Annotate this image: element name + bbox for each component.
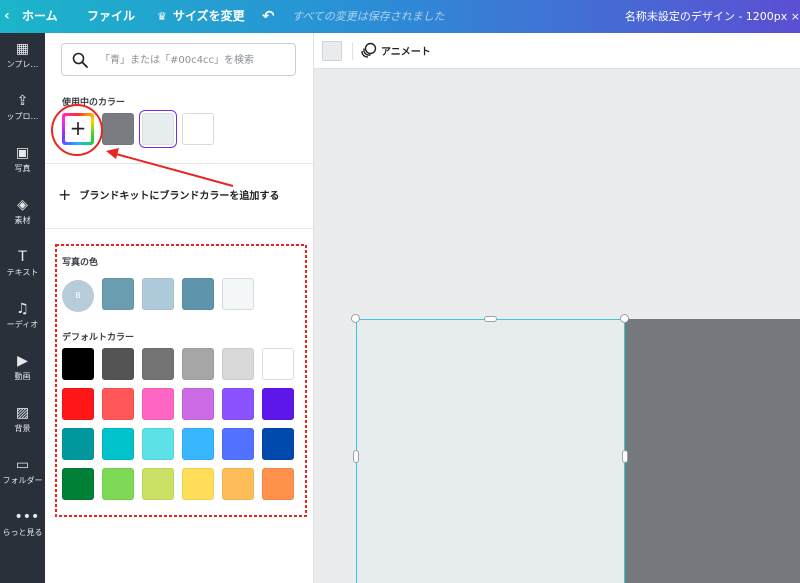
- photo-color-swatch[interactable]: [102, 278, 134, 310]
- rail-item-label: 写真: [14, 164, 31, 173]
- rail-item-photo[interactable]: ▣ 写真: [0, 137, 45, 189]
- default-color-swatch[interactable]: [182, 348, 214, 380]
- rail-item-video[interactable]: ▶ 動画: [0, 345, 45, 397]
- used-colors-heading: 使用中のカラー: [62, 98, 126, 108]
- default-color-swatch[interactable]: [262, 428, 294, 460]
- rail-item-label: 動画: [14, 372, 31, 381]
- photo-thumbnail[interactable]: B: [62, 280, 94, 312]
- save-status-text: すべての変更は保存されました: [292, 10, 445, 23]
- add-brand-colors-label: ブランドキットにブランドカラーを追加する: [79, 191, 280, 202]
- default-color-swatch[interactable]: [62, 428, 94, 460]
- animate-button[interactable]: アニメート: [361, 42, 431, 60]
- top-bar: ‹ ホーム ファイル ♛ サイズを変更 ↶ すべての変更は保存されました 名称未…: [0, 0, 800, 33]
- default-color-swatch[interactable]: [62, 388, 94, 420]
- default-color-swatch[interactable]: [62, 348, 94, 380]
- default-color-swatch[interactable]: [222, 428, 254, 460]
- rail-item-label: 素材: [14, 216, 31, 225]
- default-color-swatch[interactable]: [182, 468, 214, 500]
- used-color-swatch[interactable]: [142, 113, 174, 145]
- left-nav-rail: ▦ ンプレ… ⇪ ップロ… ▣ 写真 ◈ 素材 T テキスト ♫ ーディオ ▶ 動画 ▨ 背景 ▭ フォルダー ••…: [0, 33, 45, 583]
- default-color-swatch[interactable]: [182, 388, 214, 420]
- plus-icon: +: [65, 116, 91, 142]
- search-icon: [72, 52, 88, 68]
- divider: [45, 163, 313, 164]
- photo-color-swatch[interactable]: [142, 278, 174, 310]
- rail-item-upload[interactable]: ⇪ ップロ…: [0, 85, 45, 137]
- undo-icon[interactable]: ↶: [262, 0, 275, 33]
- resize-handle-left[interactable]: [353, 450, 359, 463]
- more-icon: •••: [14, 509, 40, 525]
- crown-icon: ♛: [157, 10, 167, 23]
- animate-label: アニメート: [381, 47, 431, 58]
- default-color-swatch[interactable]: [262, 468, 294, 500]
- rail-item-label: ップロ…: [6, 112, 39, 121]
- template-icon: ▦: [15, 41, 30, 57]
- default-color-swatch[interactable]: [102, 388, 134, 420]
- rail-item-folder[interactable]: ▭ フォルダー: [0, 449, 45, 501]
- editor-toolbar: アニメート: [314, 33, 800, 69]
- rail-item-label: ーディオ: [6, 320, 39, 329]
- resize-handle-right[interactable]: [622, 450, 628, 463]
- used-color-swatch[interactable]: [102, 113, 134, 145]
- text-icon: T: [18, 249, 27, 265]
- plus-icon: +: [58, 185, 72, 204]
- rail-item-background[interactable]: ▨ 背景: [0, 397, 45, 449]
- photo-color-swatch[interactable]: [222, 278, 254, 310]
- rail-item-label: らっと見る: [2, 528, 43, 537]
- toolbar-divider: [352, 42, 353, 60]
- back-chevron-icon[interactable]: ‹: [4, 0, 10, 33]
- video-icon: ▶: [17, 353, 28, 369]
- resize-handle-top[interactable]: [484, 316, 497, 322]
- rail-item-text[interactable]: T テキスト: [0, 241, 45, 293]
- animate-icon: [361, 42, 377, 58]
- default-color-swatch[interactable]: [102, 348, 134, 380]
- default-color-swatch[interactable]: [142, 468, 174, 500]
- color-search-input[interactable]: [100, 50, 290, 70]
- default-color-swatch[interactable]: [262, 348, 294, 380]
- rail-item-template[interactable]: ▦ ンプレ…: [0, 33, 45, 85]
- rail-item-label: フォルダー: [2, 476, 43, 485]
- used-color-swatch[interactable]: [182, 113, 214, 145]
- background-icon: ▨: [15, 405, 30, 421]
- elements-icon: ◈: [17, 197, 28, 213]
- file-menu-button[interactable]: ファイル: [87, 0, 135, 33]
- rail-item-label: ンプレ…: [6, 60, 39, 69]
- upload-icon: ⇪: [16, 93, 29, 109]
- default-color-swatch[interactable]: [222, 348, 254, 380]
- default-color-swatch[interactable]: [182, 428, 214, 460]
- add-brand-colors-button[interactable]: + ブランドキットにブランドカラーを追加する: [58, 185, 279, 205]
- rail-item-label: 背景: [14, 424, 31, 433]
- photo-icon: ▣: [15, 145, 30, 161]
- default-color-swatch[interactable]: [142, 428, 174, 460]
- selection-frame: [356, 319, 625, 583]
- default-color-swatch[interactable]: [222, 388, 254, 420]
- resize-handle-top-left[interactable]: [351, 314, 360, 323]
- audio-icon: ♫: [16, 301, 29, 317]
- rail-item-audio[interactable]: ♫ ーディオ: [0, 293, 45, 345]
- design-page-dark-block[interactable]: [625, 319, 800, 583]
- default-color-swatch[interactable]: [222, 468, 254, 500]
- photo-color-swatch[interactable]: [182, 278, 214, 310]
- folder-icon: ▭: [15, 457, 30, 473]
- rail-item-more[interactable]: ••• らっと見る: [0, 501, 45, 553]
- home-button[interactable]: ホーム: [22, 0, 58, 33]
- default-color-swatch[interactable]: [102, 468, 134, 500]
- resize-button[interactable]: サイズを変更: [173, 0, 245, 33]
- rail-item-label: テキスト: [6, 268, 39, 277]
- background-color-button[interactable]: [322, 41, 342, 61]
- rail-item-elements[interactable]: ◈ 素材: [0, 189, 45, 241]
- color-search-box[interactable]: [61, 43, 296, 76]
- design-title[interactable]: 名称未設定のデザイン - 1200px ×: [625, 0, 800, 33]
- default-colors-heading: デフォルトカラー: [62, 333, 135, 343]
- resize-handle-top-right[interactable]: [620, 314, 629, 323]
- divider: [45, 228, 313, 229]
- photo-colors-heading: 写真の色: [62, 258, 99, 268]
- default-color-swatch[interactable]: [262, 388, 294, 420]
- default-color-swatch[interactable]: [142, 388, 174, 420]
- default-color-swatch[interactable]: [62, 468, 94, 500]
- default-color-swatch[interactable]: [142, 348, 174, 380]
- add-color-button[interactable]: +: [62, 113, 94, 145]
- default-color-swatch[interactable]: [102, 428, 134, 460]
